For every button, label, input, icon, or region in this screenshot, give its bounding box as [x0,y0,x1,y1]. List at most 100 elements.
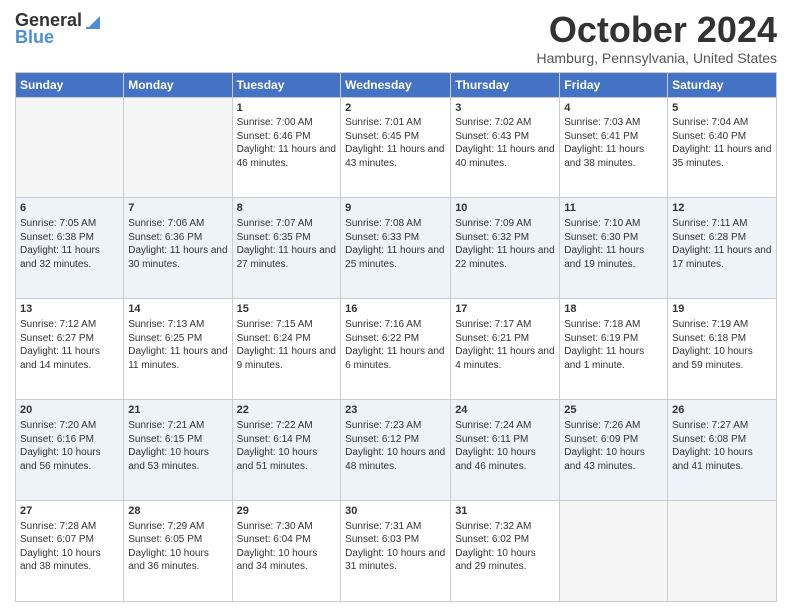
calendar-cell: 9Sunrise: 7:08 AMSunset: 6:33 PMDaylight… [341,198,451,299]
day-number: 5 [672,101,772,116]
day-sun-info: Sunrise: 7:03 AMSunset: 6:41 PMDaylight:… [564,116,663,170]
day-sun-info: Sunrise: 7:09 AMSunset: 6:32 PMDaylight:… [455,217,555,271]
calendar-week-row: 27Sunrise: 7:28 AMSunset: 6:07 PMDayligh… [16,501,777,602]
day-of-week-header: Tuesday [232,72,341,97]
logo: General Blue [15,10,102,48]
day-sun-info: Sunrise: 7:01 AMSunset: 6:45 PMDaylight:… [345,116,446,170]
day-number: 29 [237,504,337,519]
calendar-cell: 6Sunrise: 7:05 AMSunset: 6:38 PMDaylight… [16,198,124,299]
calendar-cell: 13Sunrise: 7:12 AMSunset: 6:27 PMDayligh… [16,299,124,400]
day-sun-info: Sunrise: 7:28 AMSunset: 6:07 PMDaylight:… [20,520,119,574]
calendar-cell: 31Sunrise: 7:32 AMSunset: 6:02 PMDayligh… [451,501,560,602]
calendar-cell: 23Sunrise: 7:23 AMSunset: 6:12 PMDayligh… [341,400,451,501]
calendar-cell: 20Sunrise: 7:20 AMSunset: 6:16 PMDayligh… [16,400,124,501]
day-number: 25 [564,403,663,418]
day-number: 8 [237,201,337,216]
day-number: 4 [564,101,663,116]
day-sun-info: Sunrise: 7:00 AMSunset: 6:46 PMDaylight:… [237,116,337,170]
calendar-cell: 17Sunrise: 7:17 AMSunset: 6:21 PMDayligh… [451,299,560,400]
calendar-cell: 30Sunrise: 7:31 AMSunset: 6:03 PMDayligh… [341,501,451,602]
logo-triangle-icon [84,12,102,30]
day-of-week-header: Sunday [16,72,124,97]
day-sun-info: Sunrise: 7:31 AMSunset: 6:03 PMDaylight:… [345,520,446,574]
day-sun-info: Sunrise: 7:20 AMSunset: 6:16 PMDaylight:… [20,419,119,473]
calendar-cell: 14Sunrise: 7:13 AMSunset: 6:25 PMDayligh… [124,299,232,400]
day-number: 12 [672,201,772,216]
calendar-table: SundayMondayTuesdayWednesdayThursdayFrid… [15,72,777,602]
day-number: 15 [237,302,337,317]
day-number: 16 [345,302,446,317]
calendar-cell: 2Sunrise: 7:01 AMSunset: 6:45 PMDaylight… [341,97,451,198]
day-of-week-header: Thursday [451,72,560,97]
calendar-week-row: 1Sunrise: 7:00 AMSunset: 6:46 PMDaylight… [16,97,777,198]
day-sun-info: Sunrise: 7:29 AMSunset: 6:05 PMDaylight:… [128,520,227,574]
calendar-cell: 12Sunrise: 7:11 AMSunset: 6:28 PMDayligh… [668,198,777,299]
calendar-cell: 28Sunrise: 7:29 AMSunset: 6:05 PMDayligh… [124,501,232,602]
month-title: October 2024 [537,10,777,50]
day-sun-info: Sunrise: 7:04 AMSunset: 6:40 PMDaylight:… [672,116,772,170]
day-sun-info: Sunrise: 7:19 AMSunset: 6:18 PMDaylight:… [672,318,772,372]
calendar-cell: 4Sunrise: 7:03 AMSunset: 6:41 PMDaylight… [560,97,668,198]
day-sun-info: Sunrise: 7:10 AMSunset: 6:30 PMDaylight:… [564,217,663,271]
day-sun-info: Sunrise: 7:05 AMSunset: 6:38 PMDaylight:… [20,217,119,271]
day-number: 11 [564,201,663,216]
day-sun-info: Sunrise: 7:08 AMSunset: 6:33 PMDaylight:… [345,217,446,271]
day-number: 23 [345,403,446,418]
day-sun-info: Sunrise: 7:26 AMSunset: 6:09 PMDaylight:… [564,419,663,473]
day-sun-info: Sunrise: 7:24 AMSunset: 6:11 PMDaylight:… [455,419,555,473]
day-number: 24 [455,403,555,418]
day-of-week-header: Wednesday [341,72,451,97]
calendar-cell [668,501,777,602]
calendar-cell: 22Sunrise: 7:22 AMSunset: 6:14 PMDayligh… [232,400,341,501]
header: General Blue October 2024 Hamburg, Penns… [15,10,777,66]
calendar-cell: 1Sunrise: 7:00 AMSunset: 6:46 PMDaylight… [232,97,341,198]
day-sun-info: Sunrise: 7:16 AMSunset: 6:22 PMDaylight:… [345,318,446,372]
day-sun-info: Sunrise: 7:21 AMSunset: 6:15 PMDaylight:… [128,419,227,473]
day-number: 26 [672,403,772,418]
calendar-cell: 25Sunrise: 7:26 AMSunset: 6:09 PMDayligh… [560,400,668,501]
day-of-week-header: Saturday [668,72,777,97]
day-sun-info: Sunrise: 7:11 AMSunset: 6:28 PMDaylight:… [672,217,772,271]
day-number: 18 [564,302,663,317]
day-number: 6 [20,201,119,216]
calendar-cell: 24Sunrise: 7:24 AMSunset: 6:11 PMDayligh… [451,400,560,501]
day-sun-info: Sunrise: 7:18 AMSunset: 6:19 PMDaylight:… [564,318,663,372]
day-sun-info: Sunrise: 7:17 AMSunset: 6:21 PMDaylight:… [455,318,555,372]
day-number: 21 [128,403,227,418]
calendar-week-row: 20Sunrise: 7:20 AMSunset: 6:16 PMDayligh… [16,400,777,501]
calendar-cell: 26Sunrise: 7:27 AMSunset: 6:08 PMDayligh… [668,400,777,501]
day-sun-info: Sunrise: 7:06 AMSunset: 6:36 PMDaylight:… [128,217,227,271]
calendar-header-row: SundayMondayTuesdayWednesdayThursdayFrid… [16,72,777,97]
day-number: 31 [455,504,555,519]
day-number: 3 [455,101,555,116]
day-sun-info: Sunrise: 7:30 AMSunset: 6:04 PMDaylight:… [237,520,337,574]
calendar-cell: 8Sunrise: 7:07 AMSunset: 6:35 PMDaylight… [232,198,341,299]
day-number: 9 [345,201,446,216]
calendar-cell: 15Sunrise: 7:15 AMSunset: 6:24 PMDayligh… [232,299,341,400]
day-number: 28 [128,504,227,519]
calendar-cell: 27Sunrise: 7:28 AMSunset: 6:07 PMDayligh… [16,501,124,602]
day-of-week-header: Monday [124,72,232,97]
calendar-cell: 29Sunrise: 7:30 AMSunset: 6:04 PMDayligh… [232,501,341,602]
calendar-cell: 10Sunrise: 7:09 AMSunset: 6:32 PMDayligh… [451,198,560,299]
calendar-cell: 18Sunrise: 7:18 AMSunset: 6:19 PMDayligh… [560,299,668,400]
day-number: 30 [345,504,446,519]
day-sun-info: Sunrise: 7:07 AMSunset: 6:35 PMDaylight:… [237,217,337,271]
calendar-cell: 19Sunrise: 7:19 AMSunset: 6:18 PMDayligh… [668,299,777,400]
calendar-cell: 21Sunrise: 7:21 AMSunset: 6:15 PMDayligh… [124,400,232,501]
day-number: 1 [237,101,337,116]
calendar-week-row: 13Sunrise: 7:12 AMSunset: 6:27 PMDayligh… [16,299,777,400]
day-sun-info: Sunrise: 7:12 AMSunset: 6:27 PMDaylight:… [20,318,119,372]
calendar-cell [560,501,668,602]
day-number: 20 [20,403,119,418]
logo-blue-text: Blue [15,27,54,48]
calendar-cell: 5Sunrise: 7:04 AMSunset: 6:40 PMDaylight… [668,97,777,198]
title-section: October 2024 Hamburg, Pennsylvania, Unit… [537,10,777,66]
day-sun-info: Sunrise: 7:15 AMSunset: 6:24 PMDaylight:… [237,318,337,372]
day-number: 27 [20,504,119,519]
day-number: 13 [20,302,119,317]
day-number: 14 [128,302,227,317]
day-number: 2 [345,101,446,116]
day-sun-info: Sunrise: 7:13 AMSunset: 6:25 PMDaylight:… [128,318,227,372]
day-number: 7 [128,201,227,216]
